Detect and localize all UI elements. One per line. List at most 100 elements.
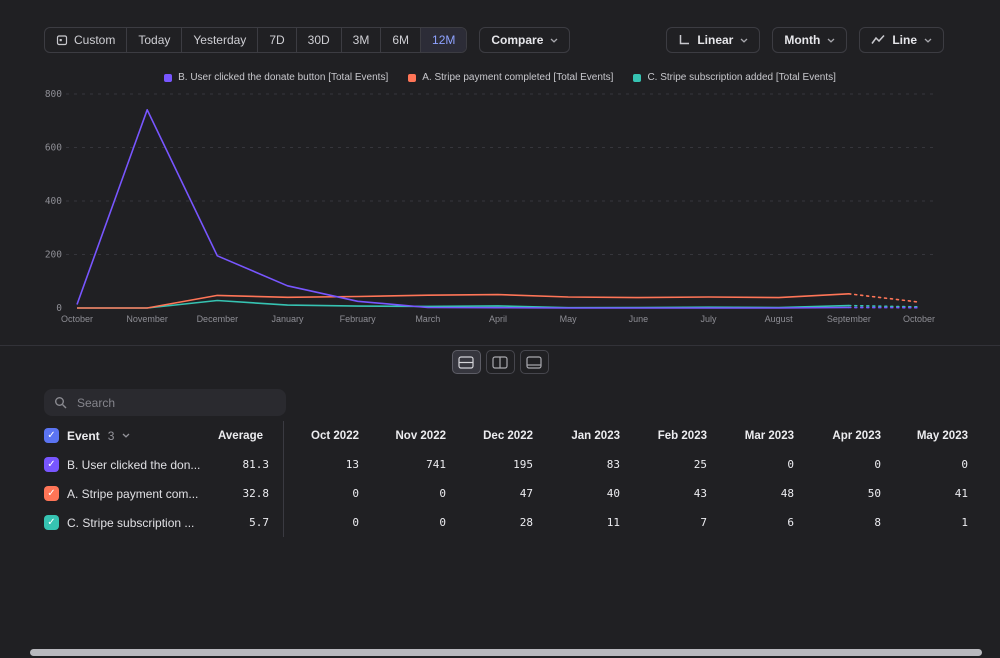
row-checkbox[interactable]: ✓ bbox=[44, 486, 59, 501]
x-axis-tick-label: June bbox=[629, 314, 649, 324]
cell-value: 43 bbox=[693, 487, 707, 500]
month-column-header[interactable]: Feb 2023 bbox=[632, 421, 719, 450]
cell-value: 13 bbox=[345, 458, 359, 471]
x-axis-tick-label: April bbox=[489, 314, 507, 324]
event-column-header[interactable]: Event bbox=[67, 429, 100, 443]
cell-value: 0 bbox=[439, 487, 446, 500]
month-label: Month bbox=[784, 33, 821, 47]
range-label: 7D bbox=[269, 33, 285, 47]
chart-type-selector-button[interactable]: Line bbox=[859, 27, 944, 53]
legend-item[interactable]: C. Stripe subscription added [Total Even… bbox=[633, 72, 836, 83]
chevron-down-icon bbox=[740, 38, 748, 43]
month-column-header[interactable]: Oct 2022 bbox=[284, 421, 371, 450]
range-button-6m[interactable]: 6M bbox=[380, 28, 420, 52]
range-label: 30D bbox=[307, 33, 330, 47]
range-button-7d[interactable]: 7D bbox=[257, 28, 295, 52]
x-axis-tick-label: October bbox=[903, 314, 935, 324]
y-axis-tick-label: 200 bbox=[45, 250, 62, 261]
event-count: 3 bbox=[107, 428, 115, 443]
y-axis-tick-label: 600 bbox=[45, 143, 62, 154]
cell-value: 195 bbox=[513, 458, 533, 471]
toolbar: Custom Today Yesterday 7D 30D 3M 6M 12M Compare… bbox=[44, 27, 944, 53]
x-axis-tick-label: March bbox=[415, 314, 440, 324]
cell-value: 28 bbox=[519, 516, 533, 529]
bottom-panel-view-button[interactable] bbox=[519, 350, 549, 374]
toolbar-right: Linear Month Line bbox=[666, 27, 944, 53]
cell-value: 741 bbox=[426, 458, 446, 471]
month-column-header[interactable]: Mar 2023 bbox=[719, 421, 806, 450]
legend-item[interactable]: B. User clicked the donate button [Total… bbox=[164, 72, 388, 83]
legend-label: A. Stripe payment completed [Total Event… bbox=[422, 72, 614, 83]
split-horizontal-view-button[interactable] bbox=[451, 350, 481, 374]
interval-selector-button[interactable]: Month bbox=[772, 27, 848, 53]
row-checkbox[interactable]: ✓ bbox=[44, 457, 59, 472]
month-column-header[interactable]: Nov 2022 bbox=[371, 421, 458, 450]
cell-value: 50 bbox=[867, 487, 881, 500]
cell-value: 83 bbox=[606, 458, 620, 471]
y-axis-tick-label: 400 bbox=[45, 196, 62, 207]
table-row: ✓ A. Stripe payment com... 32.8 0 0 47 40 43 48 5… bbox=[44, 479, 1000, 508]
month-column-header[interactable]: Dec 2022 bbox=[458, 421, 545, 450]
chart-canvas: 0 200 400 600 800 October November December Janu… bbox=[45, 89, 935, 324]
month-column-header[interactable]: May 2023 bbox=[893, 421, 980, 450]
chevron-down-icon bbox=[550, 38, 558, 43]
range-button-custom[interactable]: Custom bbox=[45, 28, 126, 52]
x-axis-tick-label: November bbox=[126, 314, 168, 324]
line-label: Line bbox=[892, 33, 917, 47]
range-button-3m[interactable]: 3M bbox=[340, 28, 381, 52]
x-axis-tick-label: December bbox=[197, 314, 239, 324]
range-label: 3M bbox=[352, 33, 370, 47]
select-all-checkbox[interactable]: ✓ bbox=[44, 428, 59, 443]
range-label: 12M bbox=[432, 33, 456, 47]
range-button-yesterday[interactable]: Yesterday bbox=[181, 28, 257, 52]
month-column-header[interactable]: Jan 2023 bbox=[545, 421, 632, 450]
legend-label: B. User clicked the donate button [Total… bbox=[178, 72, 389, 83]
table-row: ✓ B. User clicked the don... 81.3 13 741 195 8… bbox=[44, 450, 1000, 479]
section-divider bbox=[0, 345, 1000, 346]
range-button-today[interactable]: Today bbox=[126, 28, 181, 52]
cell-value: 40 bbox=[606, 487, 620, 500]
event-name[interactable]: C. Stripe subscription ... bbox=[67, 516, 194, 530]
line-chart[interactable]: 0 200 400 600 800 October November December Janu… bbox=[0, 88, 1000, 338]
range-button-30d[interactable]: 30D bbox=[295, 28, 341, 52]
horizontal-scrollbar-track[interactable] bbox=[0, 647, 1000, 658]
x-axis-tick-label: February bbox=[340, 314, 377, 324]
date-range-group: Custom Today Yesterday 7D 30D 3M 6M 12M bbox=[44, 27, 468, 53]
cell-value: 41 bbox=[954, 487, 968, 500]
cell-value: 25 bbox=[693, 458, 707, 471]
x-axis-tick-label: August bbox=[765, 314, 794, 324]
chevron-down-icon bbox=[827, 38, 835, 43]
search-input[interactable] bbox=[75, 394, 276, 411]
cell-value: 7 bbox=[700, 516, 707, 529]
average-value: 32.8 bbox=[220, 479, 284, 508]
x-axis-tick-label: May bbox=[560, 314, 578, 324]
event-name[interactable]: A. Stripe payment com... bbox=[67, 487, 198, 501]
toolbar-left: Custom Today Yesterday 7D 30D 3M 6M 12M Compare bbox=[44, 27, 571, 53]
split-vertical-view-button[interactable] bbox=[485, 350, 515, 374]
events-table: ✓ Event 3 Average Oct 2022 Nov 2022 Dec 20… bbox=[0, 421, 1000, 537]
compare-label: Compare bbox=[491, 33, 544, 47]
average-column-header[interactable]: Average bbox=[218, 430, 263, 442]
chevron-down-icon[interactable] bbox=[122, 433, 130, 438]
chevron-down-icon bbox=[924, 38, 932, 43]
compare-button[interactable]: Compare bbox=[479, 27, 571, 53]
series-line-forecast bbox=[848, 304, 920, 308]
cell-value: 48 bbox=[780, 487, 794, 500]
cell-value: 1 bbox=[961, 516, 968, 529]
row-checkbox[interactable]: ✓ bbox=[44, 515, 59, 530]
split-vertical-icon bbox=[492, 355, 508, 369]
event-name[interactable]: B. User clicked the don... bbox=[67, 458, 200, 472]
legend-label: C. Stripe subscription added [Total Even… bbox=[647, 72, 836, 83]
legend-swatch bbox=[408, 73, 417, 82]
series-line bbox=[76, 109, 849, 309]
average-value: 5.7 bbox=[220, 508, 284, 537]
legend-swatch bbox=[633, 73, 642, 82]
search-icon bbox=[55, 397, 67, 409]
month-column-header[interactable]: Apr 2023 bbox=[806, 421, 893, 450]
legend-item[interactable]: A. Stripe payment completed [Total Event… bbox=[408, 72, 613, 83]
scale-selector-button[interactable]: Linear bbox=[666, 27, 761, 53]
horizontal-scrollbar-thumb[interactable] bbox=[30, 649, 982, 656]
cell-value: 0 bbox=[439, 516, 446, 529]
cell-value: 11 bbox=[606, 516, 620, 529]
range-button-12m[interactable]: 12M bbox=[420, 28, 467, 52]
